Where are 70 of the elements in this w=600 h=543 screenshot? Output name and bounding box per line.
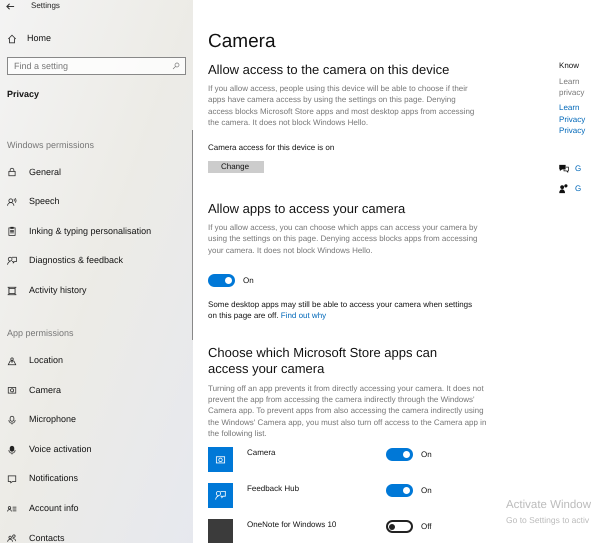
- clipboard-icon: [7, 226, 17, 236]
- panel-link[interactable]: Privacy: [559, 114, 586, 125]
- panel-link[interactable]: Learn: [559, 102, 586, 114]
- timeline-icon: [7, 286, 17, 296]
- panel-link[interactable]: Privacy: [559, 125, 586, 136]
- location-icon: [7, 356, 17, 366]
- toggle-label: On: [421, 448, 432, 461]
- back-arrow-icon[interactable]: [6, 2, 15, 10]
- home-icon: [7, 34, 17, 44]
- sidebar-item[interactable]: Account info: [29, 502, 79, 516]
- note-text: Some desktop apps may still be able to access your camera when settings on this page are off. Find out why: [208, 299, 474, 322]
- sidebar-item[interactable]: Diagnostics & feedback: [29, 254, 124, 268]
- toggle-switch[interactable]: [386, 520, 413, 534]
- search-field[interactable]: Find a setting: [7, 56, 186, 74]
- sidebar-item[interactable]: Location: [29, 354, 64, 368]
- sidebar-item[interactable]: Speech: [29, 195, 60, 209]
- search-icon: [172, 62, 180, 70]
- app-name: Camera: [247, 447, 276, 460]
- section-title: Privacy: [6, 88, 40, 101]
- contacts-icon: [7, 533, 17, 543]
- microphone-icon: [7, 414, 17, 425]
- sidebar-item[interactable]: Notifications: [29, 472, 78, 486]
- speech-bubble-icon: [7, 474, 17, 484]
- home-link[interactable]: Home: [27, 32, 52, 46]
- chat-icon: [559, 164, 569, 174]
- sidebar-item[interactable]: Activity history: [29, 284, 87, 298]
- toggle-switch[interactable]: [208, 274, 235, 288]
- sidebar-item[interactable]: General: [29, 166, 62, 180]
- section-description: Turning off an app prevents it from directly accessing your camera. It does not prevent the app from accessing the camera indirectly through the Windows' Camera app. To prevent apps from also accessing the camera indirectly using the Windows' Camera app, you must also turn off access to the Camera app in the following list.: [208, 382, 488, 440]
- panel-text: Learn: [559, 77, 580, 88]
- app-name: Feedback Hub: [247, 483, 300, 496]
- sidebar-item[interactable]: Microphone: [29, 413, 76, 427]
- sidebar-item[interactable]: Contacts: [29, 532, 65, 543]
- scrollbar[interactable]: [192, 130, 193, 340]
- sidebar-item[interactable]: Voice activation: [29, 442, 92, 456]
- help-link[interactable]: G: [575, 182, 582, 194]
- camera-icon: [215, 454, 226, 466]
- toggle-label: On: [243, 274, 254, 287]
- account-card-icon: [7, 504, 17, 514]
- lock-icon: [7, 167, 17, 178]
- toggle-switch[interactable]: [386, 484, 413, 498]
- sidebar-item[interactable]: Inking & typing personalisation: [29, 224, 152, 238]
- person-chat-icon: [7, 256, 17, 266]
- group-heading: Windows permissions: [6, 139, 96, 152]
- status-text: Camera access for this device is on: [208, 142, 336, 154]
- people-icon: [559, 184, 569, 194]
- activation-subtitle: Go to Settings to activ: [506, 514, 590, 527]
- group-heading: App permissions: [6, 327, 75, 340]
- camera-icon: [7, 385, 17, 396]
- toggle-label: On: [421, 484, 432, 497]
- sidebar-item[interactable]: Camera: [29, 384, 62, 398]
- activation-title: Activate Window: [506, 498, 592, 513]
- person-chat-icon: [215, 490, 226, 502]
- find-out-why-link[interactable]: Find out why: [280, 311, 326, 320]
- panel-heading: Know: [559, 60, 580, 72]
- section-heading: Allow apps to access your camera: [208, 201, 406, 218]
- page-title: Camera: [208, 30, 277, 54]
- section-description: If you allow access, you can choose which apps can access your camera by using the settings on this page. Denying access blocks apps from accessing your camera. It does not block Windows Hello.: [208, 222, 478, 256]
- section-heading: Allow access to the camera on this device: [208, 62, 450, 78]
- app-name: OneNote for Windows 10: [247, 519, 338, 532]
- window-title: Settings: [31, 0, 60, 12]
- section-description: If you allow access, people using this device will be able to choose if their apps have camera access by using the settings on this page. Denying access blocks Microsoft Store apps and most desktop apps from accessing the camera. It does not block Windows Hello.: [208, 83, 476, 128]
- section-heading: Choose which Microsoft Store apps can access your camera: [208, 344, 438, 378]
- panel-text: privacy: [559, 88, 586, 98]
- toggle-label: Off: [421, 520, 432, 533]
- help-link[interactable]: G: [575, 162, 582, 174]
- person-sound-icon: [7, 196, 17, 207]
- toggle-switch[interactable]: [386, 448, 413, 462]
- microphone-icon: [7, 444, 17, 455]
- change-button[interactable]: Change: [208, 161, 264, 174]
